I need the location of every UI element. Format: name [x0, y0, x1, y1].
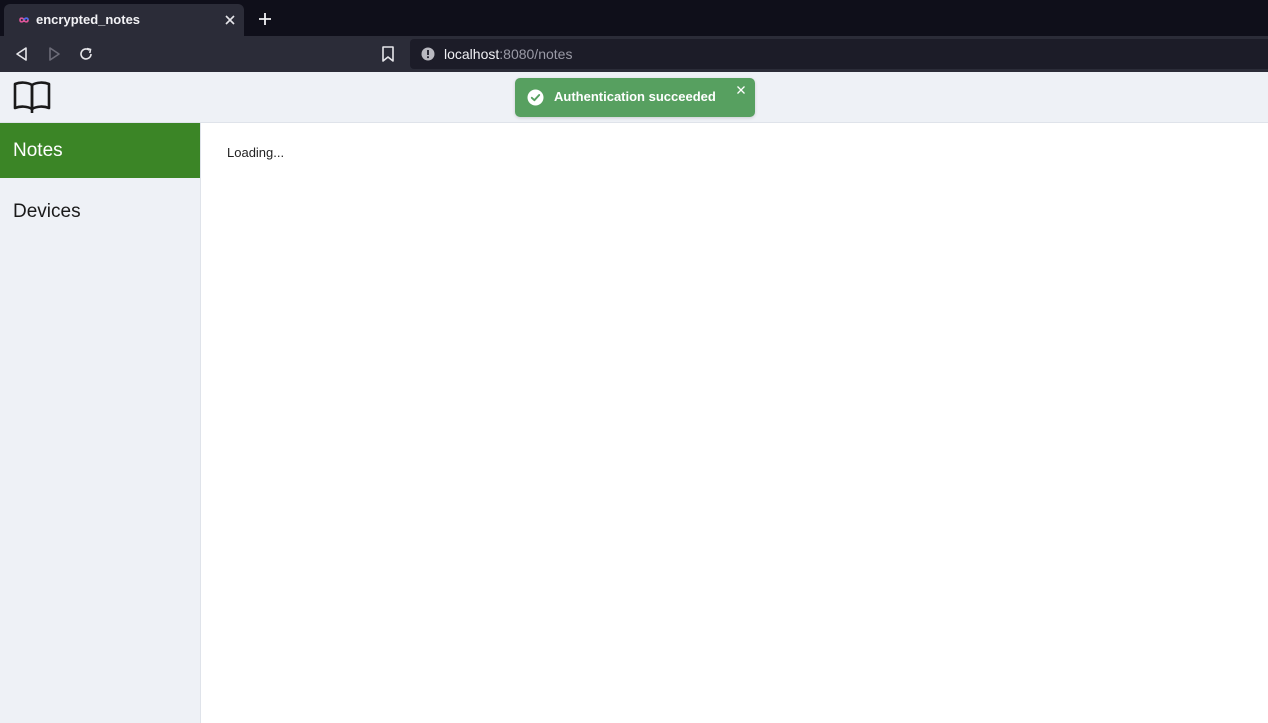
sidebar: Notes Devices — [0, 123, 201, 723]
tab-title: encrypted_notes — [36, 12, 141, 27]
bookmark-icon[interactable] — [380, 45, 396, 63]
sidebar-item-devices[interactable]: Devices — [0, 184, 200, 239]
back-icon[interactable] — [13, 45, 31, 63]
browser-tab-strip: encrypted_notes — [0, 0, 1268, 36]
browser-tab[interactable]: encrypted_notes — [4, 4, 244, 36]
reload-icon[interactable] — [77, 45, 95, 63]
sidebar-item-notes[interactable]: Notes — [0, 123, 200, 178]
toast-close-icon[interactable] — [736, 85, 746, 95]
open-book-icon[interactable] — [13, 78, 51, 114]
address-bar[interactable]: localhost:8080/notes — [410, 39, 1268, 69]
toast-message: Authentication succeeded — [554, 89, 716, 104]
url-host: localhost — [444, 46, 500, 62]
success-toast: Authentication succeeded — [515, 78, 755, 117]
loading-status: Loading... — [227, 145, 285, 160]
new-tab-plus-icon[interactable] — [257, 11, 273, 27]
url-text: localhost:8080/notes — [444, 46, 572, 62]
infinity-favicon-icon — [19, 17, 29, 23]
browser-toolbar: localhost:8080/notes — [0, 36, 1268, 72]
url-path: :8080/notes — [499, 46, 573, 62]
site-info-icon[interactable] — [421, 47, 435, 61]
forward-icon[interactable] — [45, 45, 63, 63]
check-circle-icon — [527, 89, 544, 106]
main-content: Loading... — [201, 123, 1268, 723]
tab-close-icon[interactable] — [222, 12, 238, 28]
